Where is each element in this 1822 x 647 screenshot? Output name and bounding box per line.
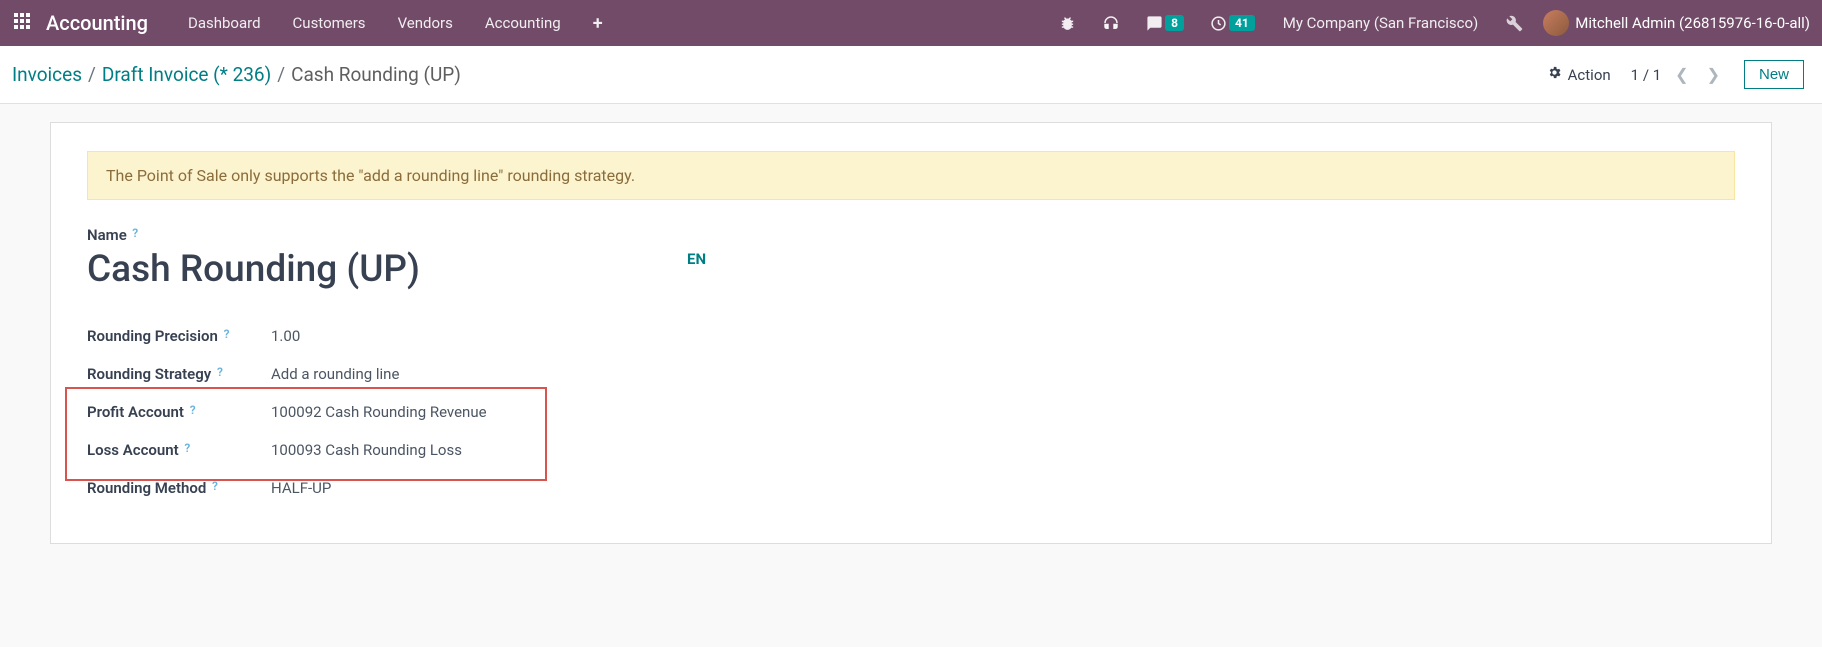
form-table: Rounding Precision ? 1.00 Rounding Strat… <box>87 317 1735 507</box>
lang-badge[interactable]: EN <box>687 250 706 268</box>
help-icon[interactable]: ? <box>184 441 190 455</box>
breadcrumb-sep: / <box>88 63 96 86</box>
nav-dashboard[interactable]: Dashboard <box>172 0 277 46</box>
app-brand[interactable]: Accounting <box>46 11 148 35</box>
row-loss-account: Loss Account ? 100093 Cash Rounding Loss <box>87 431 1735 469</box>
loss-account-field[interactable]: 100093 Cash Rounding Loss <box>271 431 1735 469</box>
messages-icon[interactable]: 8 <box>1136 0 1194 46</box>
name-field[interactable]: Cash Rounding (UP) <box>87 246 1735 293</box>
name-label: Name <box>87 226 127 244</box>
pager-next-icon[interactable]: ❯ <box>1703 61 1724 88</box>
avatar <box>1543 10 1569 36</box>
pager-prev-icon[interactable]: ❮ <box>1671 61 1692 88</box>
breadcrumb-draft-invoice[interactable]: Draft Invoice (* 236) <box>102 63 271 86</box>
profit-account-field[interactable]: 100092 Cash Rounding Revenue <box>271 393 1735 431</box>
page-header: Invoices / Draft Invoice (* 236) / Cash … <box>0 46 1822 104</box>
messages-badge: 8 <box>1165 15 1184 31</box>
nav-add[interactable]: + <box>577 0 619 46</box>
nav-accounting[interactable]: Accounting <box>469 0 577 46</box>
pager: 1 / 1 ❮ ❯ <box>1631 61 1724 88</box>
rounding-precision-field[interactable]: 1.00 <box>271 317 1735 355</box>
row-rounding-precision: Rounding Precision ? 1.00 <box>87 317 1735 355</box>
rounding-method-field[interactable]: HALF-UP <box>271 469 1735 507</box>
apps-icon[interactable] <box>14 13 34 33</box>
user-menu[interactable]: Mitchell Admin (26815976-16-0-all) <box>1539 10 1814 36</box>
rounding-strategy-field[interactable]: Add a rounding line <box>271 355 1735 393</box>
user-name: Mitchell Admin (26815976-16-0-all) <box>1575 14 1810 32</box>
breadcrumb: Invoices / Draft Invoice (* 236) / Cash … <box>12 63 461 86</box>
rounding-precision-label: Rounding Precision <box>87 327 218 345</box>
company-selector[interactable]: My Company (San Francisco) <box>1271 14 1490 32</box>
pager-text[interactable]: 1 / 1 <box>1631 66 1662 84</box>
activities-icon[interactable]: 41 <box>1200 0 1265 46</box>
bug-icon[interactable] <box>1049 0 1086 46</box>
nav-vendors[interactable]: Vendors <box>382 0 469 46</box>
title-block: Name ? Cash Rounding (UP) EN <box>87 226 1735 293</box>
nav-customers[interactable]: Customers <box>277 0 382 46</box>
activities-badge: 41 <box>1229 15 1255 31</box>
row-rounding-method: Rounding Method ? HALF-UP <box>87 469 1735 507</box>
action-label: Action <box>1568 66 1611 84</box>
gear-icon <box>1547 65 1562 84</box>
rounding-strategy-label: Rounding Strategy <box>87 365 211 383</box>
support-icon[interactable] <box>1092 0 1130 46</box>
rounding-method-label: Rounding Method <box>87 479 206 497</box>
row-profit-account: Profit Account ? 100092 Cash Rounding Re… <box>87 393 1735 431</box>
topbar: Accounting Dashboard Customers Vendors A… <box>0 0 1822 46</box>
help-icon[interactable]: ? <box>190 403 196 417</box>
alert-warning: The Point of Sale only supports the "add… <box>87 151 1735 200</box>
breadcrumb-current: Cash Rounding (UP) <box>291 63 461 86</box>
profit-account-label: Profit Account <box>87 403 184 421</box>
row-rounding-strategy: Rounding Strategy ? Add a rounding line <box>87 355 1735 393</box>
content-wrap: The Point of Sale only supports the "add… <box>0 104 1822 562</box>
help-icon[interactable]: ? <box>212 479 218 493</box>
breadcrumb-sep: / <box>277 63 285 86</box>
action-button[interactable]: Action <box>1547 65 1611 84</box>
help-icon[interactable]: ? <box>217 365 223 379</box>
help-icon[interactable]: ? <box>224 327 230 341</box>
help-icon[interactable]: ? <box>132 226 138 240</box>
breadcrumb-invoices[interactable]: Invoices <box>12 63 82 86</box>
tools-icon[interactable] <box>1496 0 1533 46</box>
form-sheet: The Point of Sale only supports the "add… <box>50 122 1772 544</box>
new-button[interactable]: New <box>1744 60 1804 89</box>
loss-account-label: Loss Account <box>87 441 179 459</box>
